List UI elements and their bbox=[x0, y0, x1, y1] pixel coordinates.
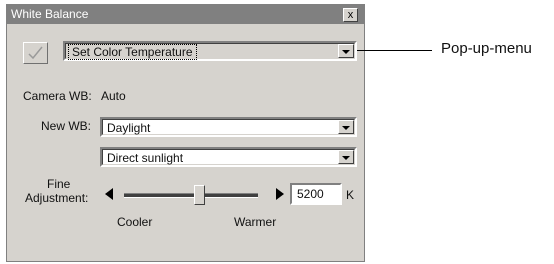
white-balance-window: White Balance x Set Color Temperature Ca… bbox=[6, 4, 365, 262]
warmer-label: Warmer bbox=[234, 215, 277, 229]
decrease-arrow-icon[interactable] bbox=[105, 188, 113, 200]
lighting-subtype-dropdown-button[interactable] bbox=[338, 150, 354, 164]
fine-adjustment-label-line2: Adjustment: bbox=[25, 191, 89, 205]
callout-line bbox=[357, 50, 432, 51]
temperature-value: 5200 bbox=[297, 187, 324, 201]
new-wb-select-value: Daylight bbox=[107, 121, 151, 135]
new-wb-select[interactable]: Daylight bbox=[100, 117, 357, 137]
close-icon: x bbox=[347, 9, 354, 21]
new-wb-dropdown-button[interactable] bbox=[338, 120, 354, 134]
chevron-down-icon bbox=[342, 156, 350, 160]
fine-adjustment-slider-thumb[interactable] bbox=[194, 185, 205, 205]
checkmark-icon bbox=[28, 46, 43, 60]
mode-select-dropdown-button[interactable] bbox=[338, 44, 354, 58]
fine-adjustment-label-line1: Fine bbox=[47, 177, 71, 191]
chevron-down-icon bbox=[342, 126, 350, 130]
cooler-label: Cooler bbox=[117, 215, 153, 229]
camera-wb-label: Camera WB: bbox=[23, 89, 92, 103]
increase-arrow-icon[interactable] bbox=[276, 188, 284, 200]
callout-label: Pop-up-menu bbox=[441, 40, 532, 57]
close-button[interactable]: x bbox=[343, 8, 358, 22]
fine-adjustment-slider-track[interactable] bbox=[124, 193, 258, 198]
window-title: White Balance bbox=[11, 7, 89, 21]
title-bar[interactable]: White Balance x bbox=[7, 5, 364, 24]
lighting-subtype-value: Direct sunlight bbox=[107, 151, 184, 165]
lighting-subtype-select[interactable]: Direct sunlight bbox=[100, 147, 357, 167]
chevron-down-icon bbox=[342, 50, 350, 54]
kelvin-unit-label: K bbox=[346, 188, 355, 202]
new-wb-label: New WB: bbox=[41, 119, 92, 133]
apply-button[interactable] bbox=[23, 42, 48, 64]
mode-select-value: Set Color Temperature bbox=[68, 44, 197, 60]
temperature-value-input[interactable]: 5200 bbox=[290, 183, 342, 205]
color-temperature-mode-select[interactable]: Set Color Temperature bbox=[63, 41, 357, 61]
camera-wb-value: Auto bbox=[101, 89, 126, 103]
